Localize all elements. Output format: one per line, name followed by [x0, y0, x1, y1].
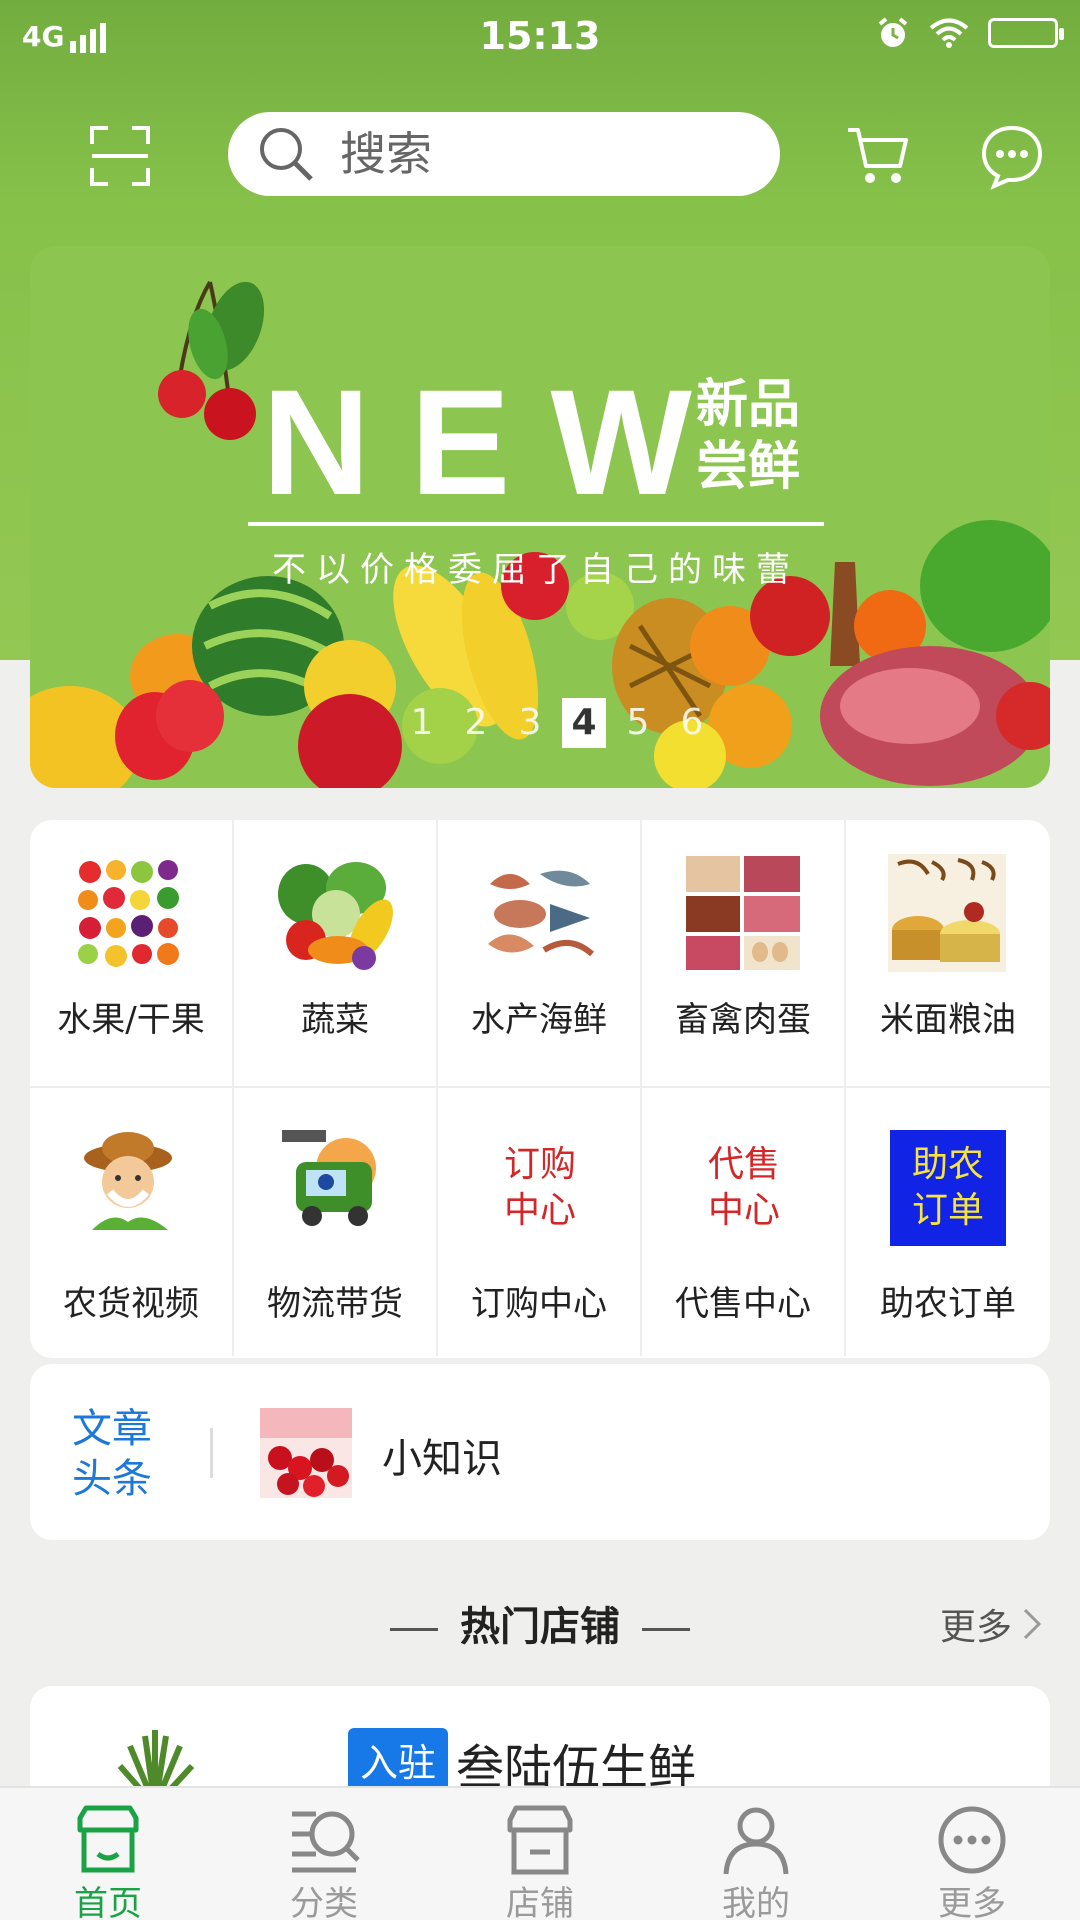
category-label: 米面粮油	[880, 1000, 1016, 1040]
consignment-center-tile: 代售 中心	[686, 1130, 802, 1246]
category-label: 物流带货	[267, 1284, 403, 1324]
status-bar: 4G 15:13	[0, 0, 1080, 72]
vegetable-icon	[278, 862, 393, 970]
category-vegetable[interactable]: 蔬菜	[234, 820, 438, 1088]
tile-text-bottom: 订单	[911, 1190, 984, 1231]
more-link[interactable]: 更多	[940, 1598, 1042, 1650]
nav-label: 更多	[938, 1884, 1006, 1920]
joined-badge: 入驻	[348, 1728, 449, 1791]
tile-text-top: 代售	[707, 1144, 780, 1185]
search-bar[interactable]	[228, 112, 780, 196]
section-title: 热门店铺	[0, 1594, 1080, 1652]
pager-dot[interactable]: 1	[400, 698, 444, 748]
pager-dot[interactable]: 2	[454, 698, 498, 748]
profile-icon	[723, 1807, 789, 1875]
news-tag-line: 头条	[72, 1456, 152, 1502]
nav-label: 分类	[290, 1884, 358, 1920]
nav-label: 店铺	[506, 1884, 574, 1920]
nav-category[interactable]: 分类	[216, 1788, 432, 1920]
category-order-center[interactable]: 订购 中心 订购中心	[438, 1088, 642, 1356]
seafood-icon	[488, 870, 595, 957]
news-thumbnail	[260, 1408, 352, 1498]
more-label: 更多	[939, 1607, 1012, 1648]
category-label: 助农订单	[880, 1284, 1016, 1324]
banner-slogan: 不以价格委屈了自己的味蕾	[272, 550, 800, 590]
category-label: 畜禽肉蛋	[675, 1000, 811, 1040]
nav-label: 我的	[722, 1884, 790, 1920]
pager-dot[interactable]: 5	[616, 698, 660, 748]
battery-icon	[988, 18, 1064, 48]
nav-label: 首页	[74, 1884, 142, 1920]
search-icon	[260, 128, 313, 181]
shop-icon	[507, 1805, 573, 1875]
category-farmer-video[interactable]: 农货视频	[30, 1088, 234, 1356]
category-label: 农货视频	[63, 1284, 199, 1324]
scan-icon[interactable]	[88, 124, 152, 188]
category-grid: 水果/干果 蔬菜 水产海鲜 畜禽肉蛋 米面粮油 农货视频 物流带货 订购 中心 …	[30, 820, 1050, 1358]
category-label: 代售中心	[675, 1284, 811, 1324]
hot-shops-header: 热门店铺 更多	[0, 1594, 1080, 1654]
tile-text-top: 助农	[911, 1144, 984, 1185]
message-icon[interactable]	[978, 122, 1046, 190]
alarm-icon	[878, 17, 908, 47]
bottom-nav: 首页 分类 店铺 我的 更多	[0, 1786, 1080, 1920]
banner-headline: NEW	[262, 358, 732, 526]
category-fruit[interactable]: 水果/干果	[30, 820, 234, 1088]
cart-icon[interactable]	[846, 124, 910, 188]
nav-profile[interactable]: 我的	[648, 1788, 864, 1920]
news-tag-line: 文章	[72, 1406, 152, 1452]
news-title[interactable]: 小知识	[382, 1426, 502, 1484]
category-farm-aid-order[interactable]: 助农 订单 助农订单	[846, 1088, 1050, 1356]
category-grain-oil[interactable]: 米面粮油	[846, 820, 1050, 1088]
search-input[interactable]	[340, 127, 760, 181]
top-header	[0, 100, 1080, 210]
category-label: 水产海鲜	[471, 1000, 607, 1040]
category-label: 蔬菜	[301, 1000, 369, 1040]
meat-egg-icon	[686, 856, 800, 970]
grain-oil-icon	[888, 854, 1006, 972]
farm-aid-order-tile: 助农 订单	[890, 1130, 1006, 1246]
wifi-icon	[929, 18, 969, 48]
news-tag: 文章 头条	[72, 1404, 162, 1504]
logistics-truck-icon	[282, 1130, 376, 1226]
nav-more[interactable]: 更多	[864, 1788, 1080, 1920]
promo-banner[interactable]: NEW 新品尝鲜 不以价格委屈了自己的味蕾 1 2 3 4 5 6	[30, 246, 1050, 788]
nav-home[interactable]: 首页	[0, 1788, 216, 1920]
banner-pager: 1 2 3 4 5 6	[400, 698, 714, 748]
pager-dot[interactable]: 6	[670, 698, 714, 748]
tile-text-bottom: 中心	[707, 1190, 780, 1231]
more-icon	[938, 1806, 1006, 1874]
chevron-right-icon	[1023, 1608, 1042, 1640]
news-headline-bar[interactable]: 文章 头条 小知识	[30, 1364, 1050, 1540]
pager-dot-active[interactable]: 4	[562, 698, 606, 748]
news-divider	[210, 1428, 213, 1478]
banner-divider	[248, 522, 824, 526]
nav-shop[interactable]: 店铺	[432, 1788, 648, 1920]
fruit-icon	[72, 854, 190, 972]
category-seafood[interactable]: 水产海鲜	[438, 820, 642, 1088]
category-consignment-center[interactable]: 代售 中心 代售中心	[642, 1088, 846, 1356]
banner-subtitle: 新品尝鲜	[696, 375, 801, 497]
order-center-tile: 订购 中心	[482, 1130, 598, 1246]
tile-text-bottom: 中心	[503, 1190, 576, 1231]
home-store-icon	[77, 1805, 139, 1873]
category-label: 水果/干果	[57, 1000, 205, 1040]
farmer-video-icon	[84, 1132, 172, 1230]
pager-dot[interactable]: 3	[508, 698, 552, 748]
category-icon	[292, 1811, 360, 1873]
category-logistics[interactable]: 物流带货	[234, 1088, 438, 1356]
category-label: 订购中心	[471, 1284, 607, 1324]
category-meat-egg[interactable]: 畜禽肉蛋	[642, 820, 846, 1088]
tile-text-top: 订购	[503, 1144, 576, 1185]
